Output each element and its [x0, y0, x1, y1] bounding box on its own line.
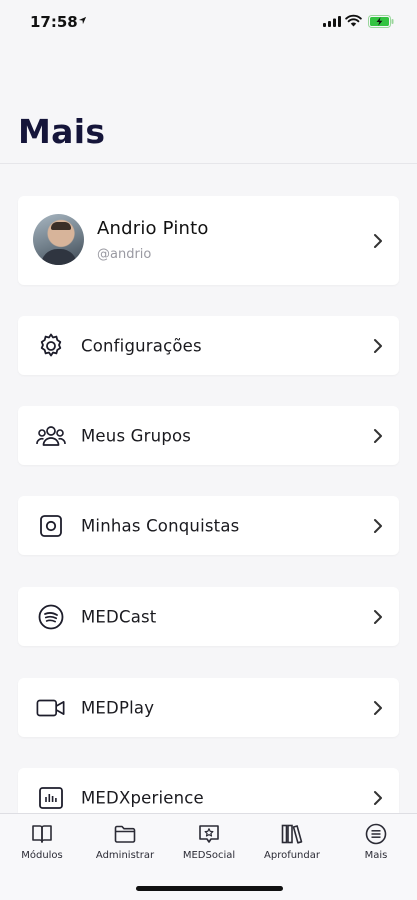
menu-item-minhas-conquistas[interactable]: Minhas Conquistas [18, 496, 399, 555]
tab-modulos[interactable]: Módulos [0, 814, 84, 870]
chevron-right-icon [374, 791, 382, 805]
gear-icon [36, 331, 66, 361]
chevron-right-icon [374, 700, 382, 715]
menu-item-label: Configurações [81, 336, 202, 355]
chevron-right-icon [374, 233, 382, 248]
folder-icon [114, 825, 136, 843]
book-icon [32, 825, 52, 843]
menu-item-label: Meus Grupos [81, 426, 192, 445]
tab-mais[interactable]: Mais [334, 814, 417, 870]
chevron-right-icon [374, 428, 382, 443]
chevron-right-icon [374, 338, 382, 353]
chat-star-icon [199, 825, 219, 843]
cellular-signal-icon [323, 16, 341, 27]
chevron-right-icon [374, 518, 382, 533]
bar-chart-icon [36, 783, 66, 813]
page-header: Mais [0, 46, 417, 164]
battery-charging-icon [368, 15, 394, 28]
menu-item-medcast[interactable]: MEDCast [18, 587, 399, 646]
menu-item-label: MEDCast [81, 607, 157, 626]
menu-circle-icon [365, 823, 387, 845]
chevron-right-icon [374, 609, 382, 624]
tab-label: Aprofundar [264, 850, 320, 861]
location-arrow-icon [78, 16, 87, 25]
menu-item-medplay[interactable]: MEDPlay [18, 678, 399, 737]
tab-label: Mais [364, 850, 388, 861]
home-indicator[interactable] [136, 886, 283, 891]
wifi-icon [345, 14, 362, 27]
library-icon [281, 824, 303, 844]
avatar [33, 214, 84, 265]
video-camera-icon [36, 693, 66, 723]
status-bar: 17:58 [0, 0, 417, 46]
page-title: Mais [18, 112, 106, 151]
profile-name: Andrio Pinto [97, 218, 209, 239]
status-time: 17:58 [30, 13, 78, 31]
badge-icon [36, 511, 66, 541]
menu-item-label: Minhas Conquistas [81, 516, 240, 535]
podcast-icon [36, 602, 66, 632]
menu-item-configuracoes[interactable]: Configurações [18, 316, 399, 375]
menu-item-meus-grupos[interactable]: Meus Grupos [18, 406, 399, 465]
profile-handle: @andrio [97, 247, 152, 262]
menu-item-label: MEDPlay [81, 698, 155, 717]
tab-administrar[interactable]: Administrar [83, 814, 167, 870]
menu-item-medxperience[interactable]: MEDXperience [18, 768, 399, 813]
tab-label: Módulos [21, 850, 63, 861]
profile-card[interactable]: Andrio Pinto @andrio [18, 196, 399, 285]
tab-medsocial[interactable]: MEDSocial [167, 814, 251, 870]
tab-aprofundar[interactable]: Aprofundar [250, 814, 334, 870]
menu-item-label: MEDXperience [81, 788, 204, 808]
tab-label: Administrar [95, 850, 155, 861]
tab-label: MEDSocial [182, 850, 236, 861]
group-icon [36, 421, 66, 451]
